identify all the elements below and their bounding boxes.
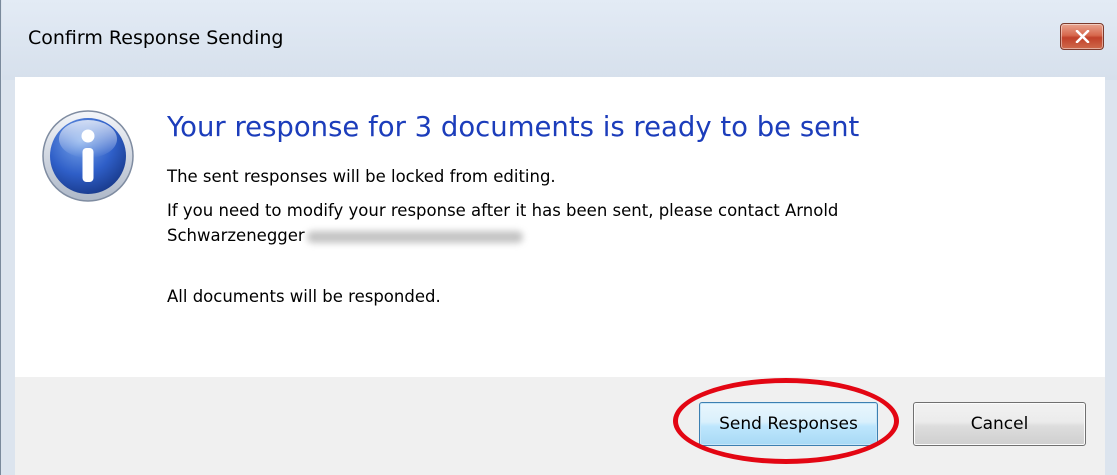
lock-notice-text: The sent responses will be locked from e… xyxy=(167,167,556,186)
cancel-button[interactable]: Cancel xyxy=(913,402,1086,446)
contact-notice-text: If you need to modify your response afte… xyxy=(167,201,839,220)
close-button[interactable] xyxy=(1060,23,1104,50)
window-title: Confirm Response Sending xyxy=(28,27,284,49)
contact-name-line: Schwarzenegger xyxy=(167,226,523,245)
close-x-icon xyxy=(1075,30,1090,43)
information-icon xyxy=(42,110,134,202)
title-bar[interactable]: Confirm Response Sending xyxy=(2,0,1117,80)
dialog-window: Confirm Response Sending Your response f… xyxy=(0,0,1117,475)
redacted-email xyxy=(306,230,523,243)
all-documents-text: All documents will be responded. xyxy=(167,287,441,306)
highlight-annotation xyxy=(673,378,899,464)
contact-name: Schwarzenegger xyxy=(167,226,305,245)
dialog-heading: Your response for 3 documents is ready t… xyxy=(167,111,860,143)
